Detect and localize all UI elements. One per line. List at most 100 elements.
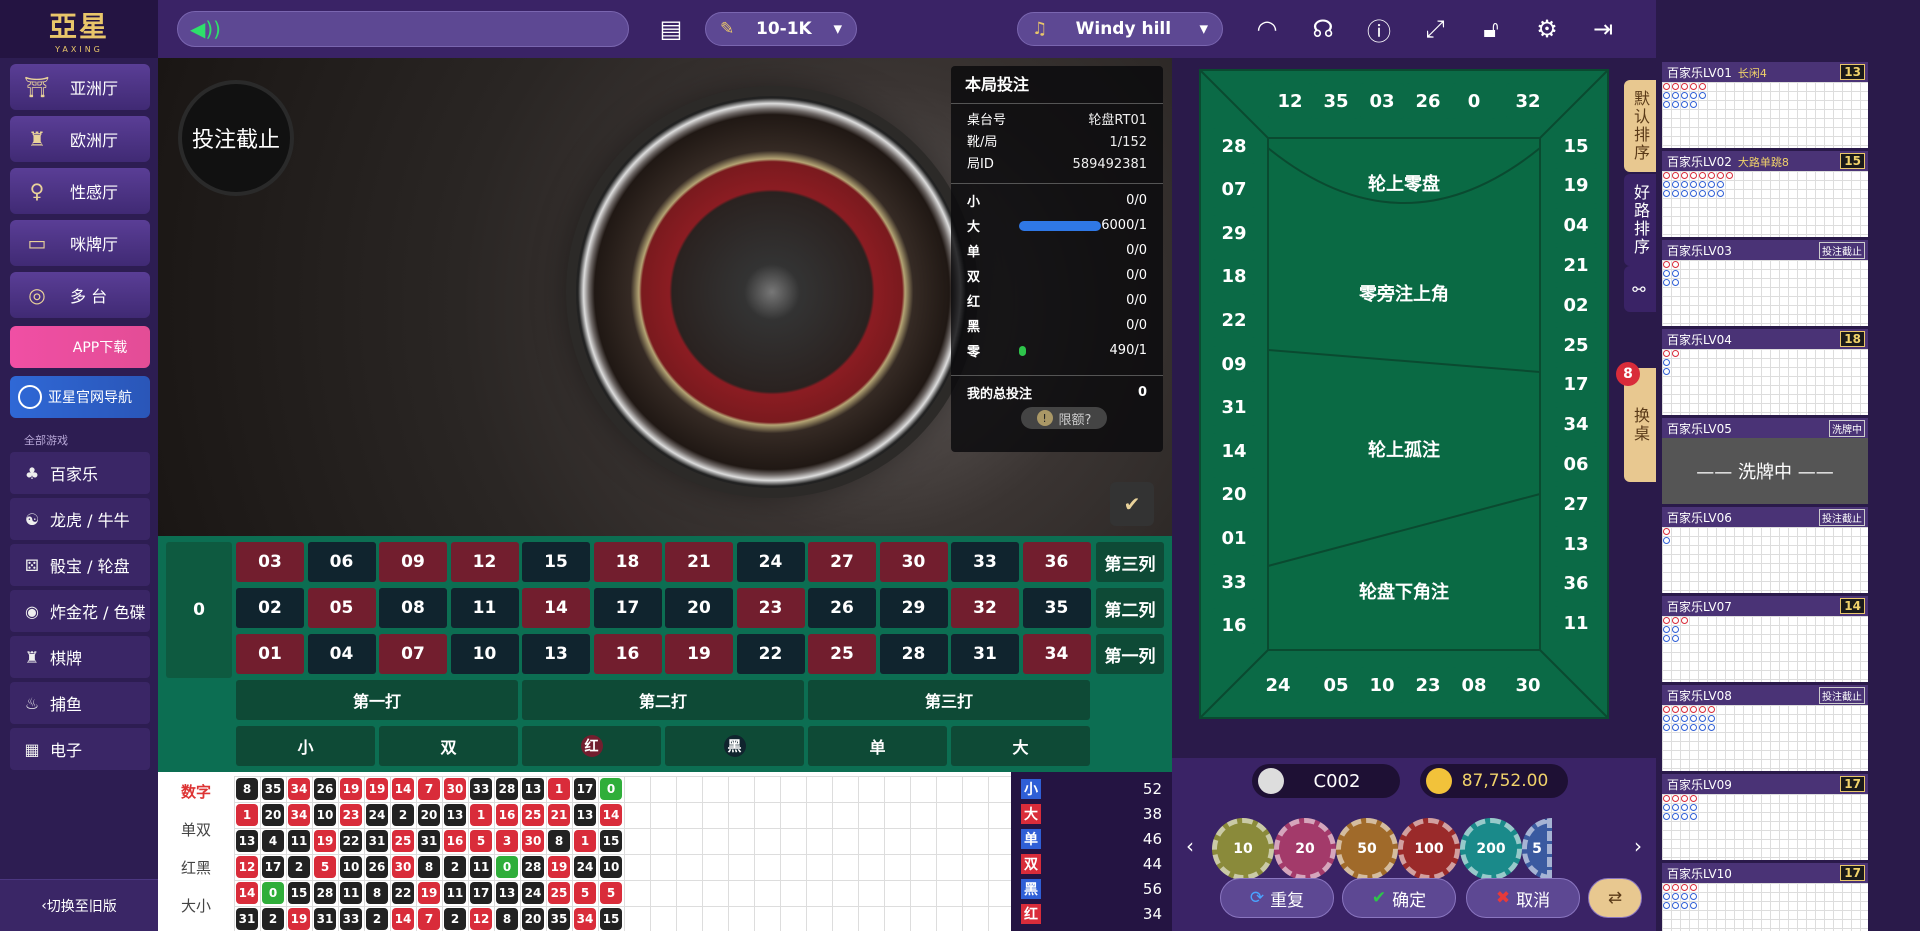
link-icon[interactable]: ⚯ bbox=[1624, 266, 1656, 312]
bet-number[interactable]: 07 bbox=[379, 634, 447, 674]
chip-200[interactable]: 200 bbox=[1460, 818, 1522, 880]
racetrack-number[interactable]: 13 bbox=[1554, 526, 1598, 562]
hall-2[interactable]: ♀ 性感厅 bbox=[10, 168, 150, 214]
racetrack-number[interactable]: 06 bbox=[1554, 446, 1598, 483]
gear-icon[interactable]: ⚙ bbox=[1527, 9, 1567, 49]
outside-bet[interactable]: 黑 bbox=[665, 726, 804, 766]
racetrack-number[interactable]: 0 bbox=[1452, 83, 1496, 119]
column-bet[interactable]: 第三列 bbox=[1096, 542, 1164, 582]
racetrack-number[interactable]: 07 bbox=[1212, 171, 1256, 208]
chip-50[interactable]: 50 bbox=[1336, 818, 1398, 880]
site-nav-button[interactable]: 亚星官网导航 bbox=[10, 376, 150, 418]
bet-number[interactable]: 04 bbox=[307, 634, 376, 674]
category-item[interactable]: ☯ 龙虎 / 牛牛 bbox=[10, 498, 150, 540]
racetrack-number[interactable]: 19 bbox=[1554, 167, 1598, 204]
fullscreen-icon[interactable]: ⤢ bbox=[1415, 9, 1455, 49]
limit-select[interactable]: ✎ 10-1K ▾ bbox=[705, 12, 857, 46]
announcement-marquee[interactable]: ◀)) bbox=[177, 11, 629, 47]
swap-chips-icon[interactable]: ⇄ bbox=[1588, 878, 1642, 918]
bet-number[interactable]: 20 bbox=[665, 588, 733, 628]
roadmap-tab[interactable]: 单双 bbox=[158, 810, 234, 848]
chip-100[interactable]: 100 bbox=[1398, 818, 1460, 880]
racetrack-number[interactable]: 09 bbox=[1212, 346, 1256, 382]
shield-icon[interactable]: ✔ bbox=[1110, 482, 1154, 526]
table-card[interactable]: 百家乐LV07 14 bbox=[1662, 596, 1868, 682]
racetrack-number[interactable]: 35 bbox=[1314, 83, 1358, 119]
dozen-bet[interactable]: 第一打 bbox=[236, 680, 518, 720]
bet-number[interactable]: 10 bbox=[450, 634, 519, 674]
bet-number[interactable]: 25 bbox=[808, 634, 876, 674]
bet-number[interactable]: 09 bbox=[379, 542, 447, 582]
bet-number[interactable]: 14 bbox=[522, 588, 590, 628]
table-card[interactable]: 百家乐LV04 18 bbox=[1662, 329, 1868, 415]
chevron-right-icon[interactable]: › bbox=[1634, 834, 1642, 858]
bet-number[interactable]: 23 bbox=[736, 588, 805, 628]
table-card[interactable]: 百家乐LV10 17 bbox=[1662, 863, 1868, 931]
bet-number[interactable]: 24 bbox=[736, 542, 805, 582]
table-card[interactable]: 百家乐LV01 长闲4 13 bbox=[1662, 62, 1868, 148]
bet-number[interactable]: 19 bbox=[665, 634, 733, 674]
roadmap-tab[interactable]: 数字 bbox=[158, 772, 234, 810]
confirm-button[interactable]: ✔ 确定 bbox=[1342, 878, 1456, 918]
racetrack-section[interactable]: 轮盘下角注 bbox=[1268, 578, 1540, 604]
racetrack-number[interactable]: 02 bbox=[1554, 287, 1598, 324]
bet-number[interactable]: 30 bbox=[879, 542, 948, 582]
category-item[interactable]: ◉ 炸金花 / 色碟 bbox=[10, 590, 150, 632]
table-card[interactable]: 百家乐LV09 17 bbox=[1662, 774, 1868, 860]
column-bet[interactable]: 第一列 bbox=[1096, 634, 1164, 674]
app-download-button[interactable]: APP下载 bbox=[10, 326, 150, 368]
category-item[interactable]: ⚄ 骰宝 / 轮盘 bbox=[10, 544, 150, 586]
racetrack-number[interactable]: 11 bbox=[1554, 605, 1598, 642]
racetrack-number[interactable]: 16 bbox=[1212, 607, 1256, 644]
racetrack-section[interactable]: 轮上孤注 bbox=[1268, 436, 1540, 462]
outside-bet[interactable]: 单 bbox=[808, 726, 947, 766]
bet-number[interactable]: 18 bbox=[593, 542, 662, 582]
racetrack-section[interactable]: 零旁注上角 bbox=[1268, 280, 1540, 306]
bet-number[interactable]: 12 bbox=[450, 542, 519, 582]
racetrack-number[interactable]: 29 bbox=[1212, 215, 1256, 252]
racetrack-number[interactable]: 15 bbox=[1554, 128, 1598, 164]
repeat-button[interactable]: ⟳ 重复 bbox=[1220, 878, 1334, 918]
limit-query-button[interactable]: ! 限额? bbox=[1021, 407, 1107, 429]
bet-number[interactable]: 05 bbox=[307, 588, 376, 628]
music-select[interactable]: ♫ Windy hill ▾ bbox=[1017, 12, 1223, 46]
category-item[interactable]: ♣ 百家乐 bbox=[10, 452, 150, 494]
headset-icon[interactable]: ☊ bbox=[1303, 9, 1343, 49]
info-icon[interactable]: ⓘ bbox=[1359, 9, 1399, 49]
chip-20[interactable]: 20 bbox=[1274, 818, 1336, 880]
roadmap-tab[interactable]: 大小 bbox=[158, 886, 234, 924]
racetrack-number[interactable]: 18 bbox=[1212, 258, 1256, 295]
racetrack-number[interactable]: 22 bbox=[1212, 302, 1256, 339]
racetrack-number[interactable]: 33 bbox=[1212, 564, 1256, 600]
bet-number[interactable]: 11 bbox=[450, 588, 519, 628]
chip-5[interactable]: 5 bbox=[1522, 818, 1552, 880]
table-card[interactable]: 百家乐LV05 洗牌中 —— 洗牌中 —— bbox=[1662, 418, 1868, 504]
racetrack-number[interactable]: 27 bbox=[1554, 486, 1598, 523]
dozen-bet[interactable]: 第三打 bbox=[808, 680, 1090, 720]
racetrack-number[interactable]: 14 bbox=[1212, 433, 1256, 470]
bet-number[interactable]: 36 bbox=[1022, 542, 1091, 582]
category-item[interactable]: ♨ 捕鱼 bbox=[10, 682, 150, 724]
bet-number[interactable]: 15 bbox=[522, 542, 590, 582]
racetrack-number[interactable]: 21 bbox=[1554, 247, 1598, 284]
racetrack-number[interactable]: 03 bbox=[1360, 83, 1404, 119]
table-card[interactable]: 百家乐LV08 投注截止 bbox=[1662, 685, 1868, 771]
racetrack-number[interactable]: 36 bbox=[1554, 565, 1598, 602]
outside-bet[interactable]: 双 bbox=[379, 726, 518, 766]
category-item[interactable]: ♜ 棋牌 bbox=[10, 636, 150, 678]
brand-logo[interactable]: 亞星 YAXING bbox=[0, 0, 158, 58]
default-sort-tab[interactable]: 默认排序 bbox=[1624, 80, 1656, 172]
bet-number[interactable]: 32 bbox=[951, 588, 1019, 628]
bet-number[interactable]: 02 bbox=[236, 588, 304, 628]
bet-number[interactable]: 21 bbox=[665, 542, 733, 582]
bet-number[interactable]: 08 bbox=[379, 588, 447, 628]
bet-number[interactable]: 22 bbox=[736, 634, 805, 674]
bet-number[interactable]: 13 bbox=[522, 634, 590, 674]
table-card[interactable]: 百家乐LV03 投注截止 bbox=[1662, 240, 1868, 326]
racetrack-number[interactable]: 30 bbox=[1506, 667, 1550, 703]
logout-icon[interactable]: ⇥ bbox=[1583, 9, 1623, 49]
bet-number[interactable]: 01 bbox=[236, 634, 304, 674]
cancel-button[interactable]: ✖ 取消 bbox=[1466, 878, 1580, 918]
racetrack-number[interactable]: 34 bbox=[1554, 406, 1598, 443]
racetrack-number[interactable]: 23 bbox=[1406, 667, 1450, 703]
